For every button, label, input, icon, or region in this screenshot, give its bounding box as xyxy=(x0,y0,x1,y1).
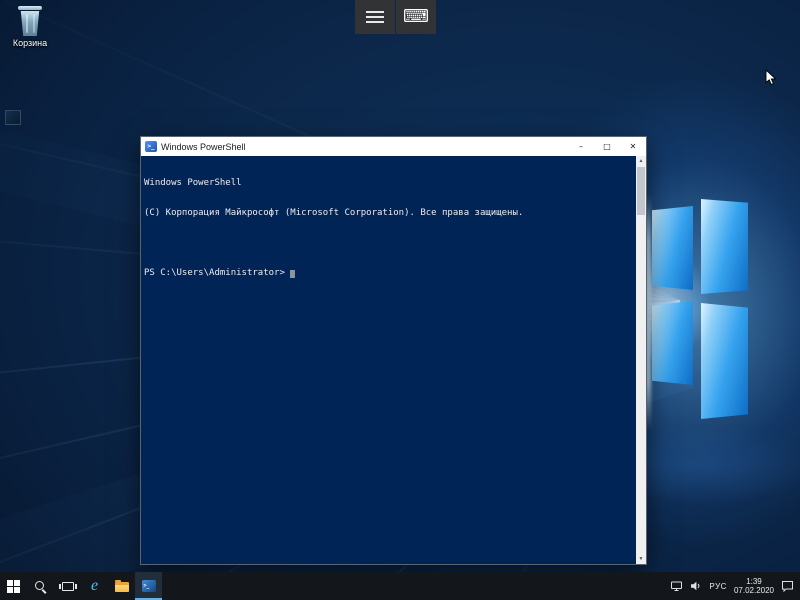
display-icon[interactable] xyxy=(670,580,683,592)
scrollbar-thumb[interactable] xyxy=(637,167,645,215)
taskbar-item-internet-explorer[interactable]: e xyxy=(81,572,108,600)
task-view-button[interactable] xyxy=(54,572,81,600)
powershell-window: >_ Windows PowerShell – □ ✕ Windows Powe… xyxy=(140,136,647,565)
minimize-button[interactable]: – xyxy=(568,137,594,156)
console-scrollbar[interactable]: ▲ ▼ xyxy=(636,156,646,564)
recycle-bin-label: Корзина xyxy=(13,38,47,48)
start-button[interactable] xyxy=(0,572,27,600)
search-icon xyxy=(34,580,47,593)
desktop-shortcut-icon[interactable] xyxy=(5,110,21,125)
taskbar-item-powershell[interactable]: >_ xyxy=(135,572,162,600)
console-line: (C) Корпорация Майкрософт (Microsoft Cor… xyxy=(144,208,633,218)
console-prompt: PS C:\Users\Administrator> xyxy=(144,268,285,278)
hamburger-icon xyxy=(366,11,384,23)
window-titlebar[interactable]: >_ Windows PowerShell – □ ✕ xyxy=(141,137,646,156)
window-title: Windows PowerShell xyxy=(161,142,246,152)
taskbar: e >_ РУС 1:39 07.02.2020 xyxy=(0,572,800,600)
internet-explorer-icon: e xyxy=(91,578,98,594)
taskbar-item-file-explorer[interactable] xyxy=(108,572,135,600)
volume-icon[interactable] xyxy=(690,580,702,592)
powershell-icon: >_ xyxy=(145,141,157,152)
close-button[interactable]: ✕ xyxy=(620,137,646,156)
scrollbar-down-arrow[interactable]: ▼ xyxy=(636,554,646,564)
menu-button[interactable] xyxy=(355,0,395,34)
window-controls: – □ ✕ xyxy=(568,137,646,156)
recycle-bin-lid xyxy=(18,6,42,10)
system-tray: РУС 1:39 07.02.2020 xyxy=(664,572,800,600)
desktop-icon-recycle-bin[interactable]: Корзина xyxy=(2,6,58,48)
recycle-bin-icon xyxy=(18,6,42,36)
search-button[interactable] xyxy=(27,572,54,600)
language-indicator[interactable]: РУС xyxy=(709,582,727,591)
console-cursor xyxy=(290,270,295,278)
scrollbar-up-arrow[interactable]: ▲ xyxy=(636,156,646,166)
keyboard-button[interactable]: ⌨ xyxy=(396,0,436,34)
clock-date: 07.02.2020 xyxy=(734,586,774,595)
windows-logo-pane xyxy=(701,199,748,294)
powershell-taskbar-icon: >_ xyxy=(142,580,156,592)
windows-logo-icon xyxy=(7,580,20,593)
action-center-icon[interactable] xyxy=(781,580,794,592)
console-prompt-line: PS C:\Users\Administrator> xyxy=(144,268,633,278)
console-output[interactable]: Windows PowerShell (C) Корпорация Майкро… xyxy=(141,156,636,564)
console-line: Windows PowerShell xyxy=(144,178,633,188)
file-explorer-icon xyxy=(115,582,129,592)
recycle-bin-body xyxy=(20,11,40,36)
console-blank-line xyxy=(144,238,633,248)
keyboard-icon: ⌨ xyxy=(403,8,429,26)
clock[interactable]: 1:39 07.02.2020 xyxy=(734,577,774,595)
task-view-icon xyxy=(62,582,74,591)
clock-time: 1:39 xyxy=(734,577,774,586)
windows-logo-pane xyxy=(652,301,693,385)
maximize-button[interactable]: □ xyxy=(594,137,620,156)
windows-logo-pane xyxy=(652,206,693,290)
vm-console-toolbar: ⌨ xyxy=(355,0,436,34)
windows-logo-pane xyxy=(701,303,748,419)
